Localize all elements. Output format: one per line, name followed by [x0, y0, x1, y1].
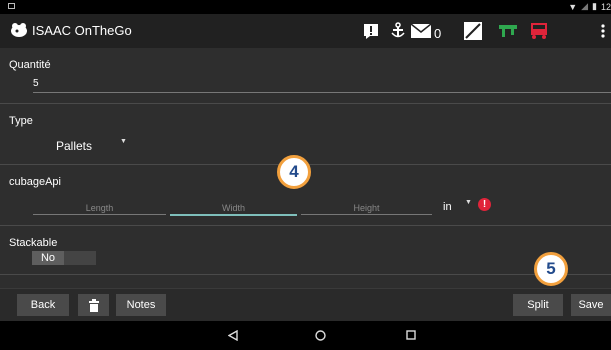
- cubage-label: cubageApi: [9, 176, 61, 188]
- notification-icon: [8, 3, 15, 9]
- delete-button[interactable]: [78, 294, 109, 316]
- stackable-value: No: [32, 251, 64, 265]
- callout-badge: 4: [277, 155, 311, 189]
- notes-button[interactable]: Notes: [116, 294, 166, 316]
- wifi-icon: ▼: [568, 1, 578, 12]
- back-nav-icon[interactable]: [225, 328, 241, 342]
- quantity-input[interactable]: 5: [33, 78, 39, 89]
- bottom-action-bar: Back Notes Split Save: [0, 288, 611, 321]
- split-button[interactable]: Split: [513, 294, 563, 316]
- message-count: 0: [434, 26, 442, 41]
- signal-icon: ◢: [581, 1, 589, 11]
- length-underline: [33, 214, 166, 215]
- dropdown-arrow-icon[interactable]: ▼: [465, 199, 472, 206]
- overflow-menu-icon[interactable]: [596, 20, 610, 42]
- trash-icon: [88, 298, 99, 312]
- callout-badge: 5: [534, 252, 568, 286]
- alert-icon[interactable]: [360, 20, 382, 42]
- dropdown-arrow-icon[interactable]: ▼: [120, 138, 127, 145]
- status-icons: ▼ ◢ ▮ 12: [568, 1, 611, 12]
- anchor-icon[interactable]: [387, 20, 409, 42]
- dock-icon[interactable]: [497, 20, 519, 42]
- type-label: Type: [9, 115, 33, 127]
- app-title: ISAAC OnTheGo: [32, 23, 132, 38]
- divider: [0, 225, 611, 226]
- battery-icon: ▮: [592, 1, 597, 11]
- back-button[interactable]: Back: [17, 294, 69, 316]
- app-logo-icon: [11, 23, 27, 37]
- mail-icon[interactable]: [410, 20, 432, 42]
- status-time: 12: [600, 1, 611, 12]
- type-select[interactable]: Pallets: [56, 139, 92, 153]
- divider: [0, 103, 611, 104]
- height-underline: [301, 214, 432, 215]
- status-bar: ▼ ◢ ▮ 12: [0, 0, 611, 14]
- home-nav-icon[interactable]: [312, 328, 328, 342]
- system-nav-bar: [0, 321, 611, 350]
- quantity-label: Quantité: [9, 59, 51, 71]
- stackable-toggle[interactable]: No: [32, 251, 96, 265]
- signature-icon[interactable]: [462, 20, 484, 42]
- divider: [0, 274, 611, 275]
- stackable-label: Stackable: [9, 237, 58, 249]
- width-underline: [170, 214, 297, 216]
- unit-select[interactable]: in: [443, 201, 452, 213]
- app-bar: ISAAC OnTheGo 0: [0, 14, 611, 48]
- quantity-underline: [33, 92, 611, 93]
- truck-icon[interactable]: [528, 20, 550, 42]
- save-button[interactable]: Save: [571, 294, 611, 316]
- recents-nav-icon[interactable]: [403, 328, 419, 342]
- error-icon[interactable]: !: [478, 198, 491, 211]
